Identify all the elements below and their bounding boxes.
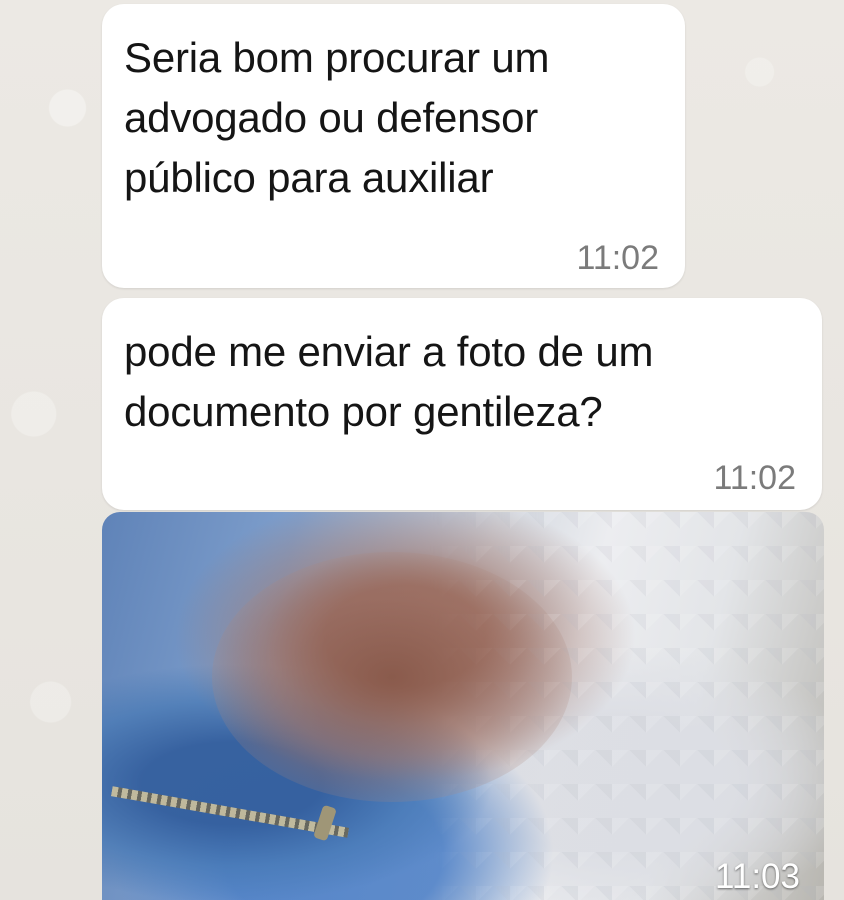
image-timestamp: 11:03 — [715, 857, 800, 896]
message-timestamp: 11:02 — [576, 239, 659, 277]
chat-thread[interactable]: Seria bom procurar um advogado ou defens… — [0, 0, 844, 900]
message-bubble[interactable]: pode me enviar a foto de um documento po… — [102, 298, 822, 510]
blurred-photo-area — [212, 552, 572, 802]
image-message[interactable]: 11:03 — [102, 512, 824, 900]
message-bubble[interactable]: Seria bom procurar um advogado ou defens… — [102, 4, 685, 288]
message-text: pode me enviar a foto de um documento po… — [124, 328, 654, 435]
message-timestamp: 11:02 — [713, 459, 796, 497]
message-text: Seria bom procurar um advogado ou defens… — [124, 34, 550, 201]
